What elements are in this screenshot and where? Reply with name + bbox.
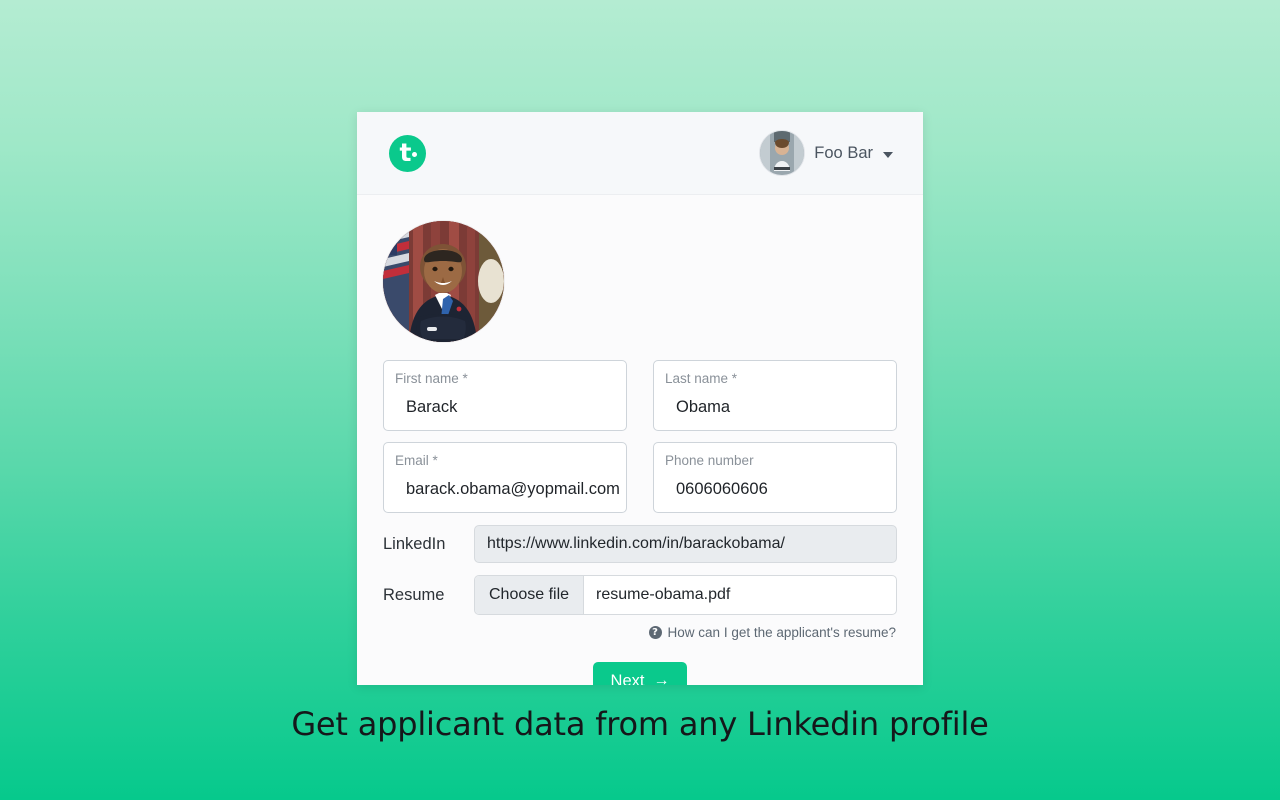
field-first-name-label: First name * [395,371,468,386]
application-card: t Foo Bar First name * Barack Last name … [357,112,923,685]
field-first-name[interactable]: First name * Barack [383,360,627,431]
linkedin-input[interactable]: https://www.linkedin.com/in/barackobama/ [474,525,897,563]
field-last-name[interactable]: Last name * Obama [653,360,897,431]
logo-letter: t [399,137,412,167]
avatar [759,130,806,176]
field-phone-number-label: Phone number [665,453,754,468]
next-button[interactable]: Next → [592,662,688,686]
caption-text: Get applicant data from any Linkedin pro… [291,705,989,743]
applicant-fields-grid: First name * Barack Last name * Obama Em… [383,360,897,513]
field-email-value: barack.obama@yopmail.com [406,480,620,498]
resume-help-row: ? How can I get the applicant's resume? [383,625,897,640]
app-header: t Foo Bar [357,112,923,195]
field-phone-number[interactable]: Phone number 0606060606 [653,442,897,513]
app-body: First name * Barack Last name * Obama Em… [357,195,923,685]
resume-file-control[interactable]: Choose file resume-obama.pdf [474,575,897,615]
question-mark-icon: ? [648,626,662,639]
chevron-down-icon[interactable] [883,152,893,158]
resume-row: Resume Choose file resume-obama.pdf [383,575,897,615]
next-button-label: Next [610,671,645,686]
resume-help-link[interactable]: How can I get the applicant's resume? [668,625,896,640]
brand-t-logo-icon[interactable]: t [389,134,426,172]
field-last-name-label: Last name * [665,371,738,386]
next-button-row: Next → [383,662,897,685]
resume-label: Resume [383,585,445,604]
field-email[interactable]: Email * barack.obama@yopmail.com [383,442,627,513]
logo-dot [412,151,417,157]
applicant-portrait [383,221,504,342]
linkedin-label: LinkedIn [383,534,446,553]
choose-file-button[interactable]: Choose file [475,576,585,614]
field-phone-number-value: 0606060606 [676,480,768,498]
user-menu[interactable]: Foo Bar [759,130,893,176]
user-name-label: Foo Bar [814,143,873,162]
arrow-right-icon: → [653,672,670,686]
field-email-label: Email * [395,453,438,468]
linkedin-row: LinkedIn https://www.linkedin.com/in/bar… [383,525,897,563]
resume-file-name: resume-obama.pdf [596,586,731,603]
field-last-name-value: Obama [676,398,731,416]
field-first-name-value: Barack [406,398,458,416]
